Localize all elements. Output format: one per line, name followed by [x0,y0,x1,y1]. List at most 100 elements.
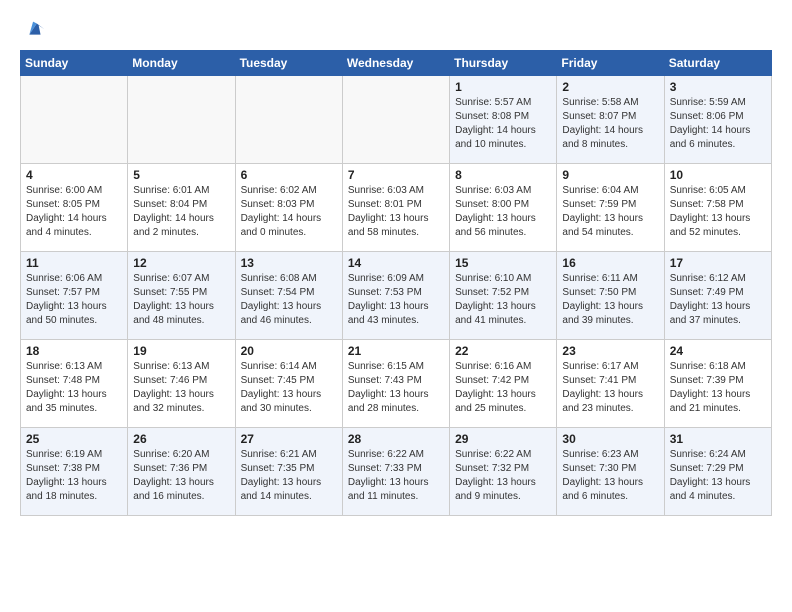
day-number: 25 [26,432,122,446]
calendar-cell [342,76,449,164]
weekday-header-sunday: Sunday [21,51,128,76]
calendar-cell: 4 Sunrise: 6:00 AM Sunset: 8:05 PM Daylig… [21,164,128,252]
calendar-table: SundayMondayTuesdayWednesdayThursdayFrid… [20,50,772,516]
calendar-week-row: 1Sunrise: 5:57 AM Sunset: 8:08 PM Daylig… [21,76,772,164]
day-number: 13 [241,256,337,270]
day-info: Sunrise: 6:03 AM Sunset: 8:01 PM Dayligh… [348,184,444,240]
day-number: 16 [562,256,658,270]
day-info: Sunrise: 6:23 AM Sunset: 7:30 PM Dayligh… [562,448,658,504]
day-info: Sunrise: 6:18 AM Sunset: 7:39 PM Dayligh… [670,360,766,416]
calendar-week-row: 25 Sunrise: 6:19 AM Sunset: 7:38 PM Dayli… [21,428,772,516]
calendar-cell: 10 Sunrise: 6:05 AM Sunset: 7:58 PM Dayli… [664,164,771,252]
calendar-cell: 11 Sunrise: 6:06 AM Sunset: 7:57 PM Dayli… [21,252,128,340]
day-info: Sunrise: 6:10 AM Sunset: 7:52 PM Dayligh… [455,272,551,328]
calendar-cell: 19 Sunrise: 6:13 AM Sunset: 7:46 PM Dayli… [128,340,235,428]
calendar-cell: 12 Sunrise: 6:07 AM Sunset: 7:55 PM Dayli… [128,252,235,340]
calendar-cell: 18Sunrise: 6:13 AM Sunset: 7:48 PM Dayli… [21,340,128,428]
day-info: Sunrise: 6:14 AM Sunset: 7:45 PM Dayligh… [241,360,337,416]
day-number: 3 [670,80,766,94]
weekday-header-tuesday: Tuesday [235,51,342,76]
calendar-cell: 8 Sunrise: 6:03 AM Sunset: 8:00 PM Daylig… [450,164,557,252]
day-info: Sunrise: 6:08 AM Sunset: 7:54 PM Dayligh… [241,272,337,328]
day-number: 11 [26,256,122,270]
calendar-cell [21,76,128,164]
day-number: 28 [348,432,444,446]
calendar-week-row: 4 Sunrise: 6:00 AM Sunset: 8:05 PM Daylig… [21,164,772,252]
day-number: 27 [241,432,337,446]
calendar-cell: 7 Sunrise: 6:03 AM Sunset: 8:01 PM Daylig… [342,164,449,252]
day-number: 20 [241,344,337,358]
day-info: Sunrise: 6:19 AM Sunset: 7:38 PM Dayligh… [26,448,122,504]
day-number: 6 [241,168,337,182]
day-number: 26 [133,432,229,446]
day-number: 17 [670,256,766,270]
calendar-cell: 31Sunrise: 6:24 AM Sunset: 7:29 PM Dayli… [664,428,771,516]
calendar-cell: 9Sunrise: 6:04 AM Sunset: 7:59 PM Daylig… [557,164,664,252]
calendar-cell: 24 Sunrise: 6:18 AM Sunset: 7:39 PM Dayli… [664,340,771,428]
day-info: Sunrise: 6:00 AM Sunset: 8:05 PM Dayligh… [26,184,122,240]
day-number: 5 [133,168,229,182]
day-number: 1 [455,80,551,94]
day-number: 8 [455,168,551,182]
day-number: 4 [26,168,122,182]
calendar-week-row: 11 Sunrise: 6:06 AM Sunset: 7:57 PM Dayli… [21,252,772,340]
weekday-header-saturday: Saturday [664,51,771,76]
day-number: 30 [562,432,658,446]
calendar-cell: 17 Sunrise: 6:12 AM Sunset: 7:49 PM Dayli… [664,252,771,340]
calendar-cell: 5Sunrise: 6:01 AM Sunset: 8:04 PM Daylig… [128,164,235,252]
calendar-cell [128,76,235,164]
day-number: 19 [133,344,229,358]
day-info: Sunrise: 6:02 AM Sunset: 8:03 PM Dayligh… [241,184,337,240]
day-number: 18 [26,344,122,358]
day-info: Sunrise: 6:24 AM Sunset: 7:29 PM Dayligh… [670,448,766,504]
day-number: 2 [562,80,658,94]
day-info: Sunrise: 6:12 AM Sunset: 7:49 PM Dayligh… [670,272,766,328]
day-info: Sunrise: 6:21 AM Sunset: 7:35 PM Dayligh… [241,448,337,504]
calendar-cell: 15 Sunrise: 6:10 AM Sunset: 7:52 PM Dayli… [450,252,557,340]
day-number: 29 [455,432,551,446]
day-number: 7 [348,168,444,182]
weekday-header-monday: Monday [128,51,235,76]
logo [20,16,52,44]
day-info: Sunrise: 5:58 AM Sunset: 8:07 PM Dayligh… [562,96,658,152]
day-number: 10 [670,168,766,182]
calendar-cell: 22 Sunrise: 6:16 AM Sunset: 7:42 PM Dayli… [450,340,557,428]
weekday-header-row: SundayMondayTuesdayWednesdayThursdayFrid… [21,51,772,76]
day-info: Sunrise: 6:13 AM Sunset: 7:46 PM Dayligh… [133,360,229,416]
day-info: Sunrise: 6:16 AM Sunset: 7:42 PM Dayligh… [455,360,551,416]
calendar-cell: 25 Sunrise: 6:19 AM Sunset: 7:38 PM Dayli… [21,428,128,516]
day-number: 15 [455,256,551,270]
logo-icon [20,16,48,44]
day-info: Sunrise: 6:07 AM Sunset: 7:55 PM Dayligh… [133,272,229,328]
day-number: 12 [133,256,229,270]
weekday-header-thursday: Thursday [450,51,557,76]
day-info: Sunrise: 6:15 AM Sunset: 7:43 PM Dayligh… [348,360,444,416]
calendar-cell: 27 Sunrise: 6:21 AM Sunset: 7:35 PM Dayli… [235,428,342,516]
calendar-cell [235,76,342,164]
calendar-week-row: 18Sunrise: 6:13 AM Sunset: 7:48 PM Dayli… [21,340,772,428]
calendar-cell: 23 Sunrise: 6:17 AM Sunset: 7:41 PM Dayli… [557,340,664,428]
calendar-cell: 28 Sunrise: 6:22 AM Sunset: 7:33 PM Dayli… [342,428,449,516]
weekday-header-friday: Friday [557,51,664,76]
day-number: 24 [670,344,766,358]
day-info: Sunrise: 6:11 AM Sunset: 7:50 PM Dayligh… [562,272,658,328]
day-number: 21 [348,344,444,358]
calendar-cell: 20 Sunrise: 6:14 AM Sunset: 7:45 PM Dayli… [235,340,342,428]
calendar-cell: 2 Sunrise: 5:58 AM Sunset: 8:07 PM Daylig… [557,76,664,164]
day-info: Sunrise: 6:17 AM Sunset: 7:41 PM Dayligh… [562,360,658,416]
day-info: Sunrise: 6:22 AM Sunset: 7:32 PM Dayligh… [455,448,551,504]
header [20,16,772,44]
day-info: Sunrise: 6:04 AM Sunset: 7:59 PM Dayligh… [562,184,658,240]
day-info: Sunrise: 6:09 AM Sunset: 7:53 PM Dayligh… [348,272,444,328]
day-info: Sunrise: 6:06 AM Sunset: 7:57 PM Dayligh… [26,272,122,328]
calendar-cell: 14Sunrise: 6:09 AM Sunset: 7:53 PM Dayli… [342,252,449,340]
calendar-cell: 13 Sunrise: 6:08 AM Sunset: 7:54 PM Dayli… [235,252,342,340]
day-info: Sunrise: 6:03 AM Sunset: 8:00 PM Dayligh… [455,184,551,240]
weekday-header-wednesday: Wednesday [342,51,449,76]
day-info: Sunrise: 6:20 AM Sunset: 7:36 PM Dayligh… [133,448,229,504]
calendar-cell: 3Sunrise: 5:59 AM Sunset: 8:06 PM Daylig… [664,76,771,164]
day-number: 22 [455,344,551,358]
day-info: Sunrise: 6:22 AM Sunset: 7:33 PM Dayligh… [348,448,444,504]
day-number: 23 [562,344,658,358]
day-info: Sunrise: 6:05 AM Sunset: 7:58 PM Dayligh… [670,184,766,240]
